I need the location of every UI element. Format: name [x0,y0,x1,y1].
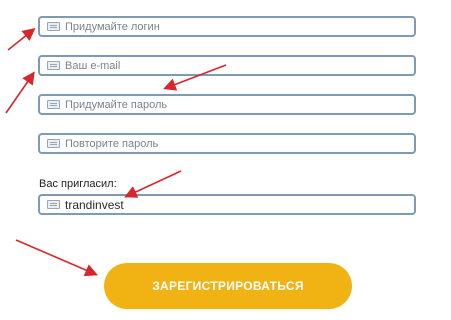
password-repeat-field[interactable]: Повторите пароль [38,133,416,154]
red-arrow-annotation [7,28,36,51]
login-field[interactable]: Придумайте логин [38,16,416,37]
red-arrow-annotation [15,239,98,277]
referrer-label: Вас пригласил: [39,178,117,190]
password-placeholder: Придумайте пароль [65,98,168,111]
keyboard-icon [47,200,60,209]
keyboard-icon [47,100,60,109]
password-repeat-placeholder: Повторите пароль [65,137,159,150]
keyboard-icon [47,139,60,148]
red-arrow-annotation [5,71,35,114]
keyboard-icon [47,22,60,31]
login-placeholder: Придумайте логин [65,20,160,33]
referrer-value: trandinvest [65,197,124,212]
register-button[interactable]: ЗАРЕГИСТРИРОВАТЬСЯ [104,263,352,309]
email-field[interactable]: Ваш e-mail [38,55,416,76]
password-field[interactable]: Придумайте пароль [38,94,416,115]
red-arrow-annotation [124,170,182,198]
referrer-field[interactable]: trandinvest [38,194,416,215]
email-placeholder: Ваш e-mail [65,59,121,72]
keyboard-icon [47,61,60,70]
